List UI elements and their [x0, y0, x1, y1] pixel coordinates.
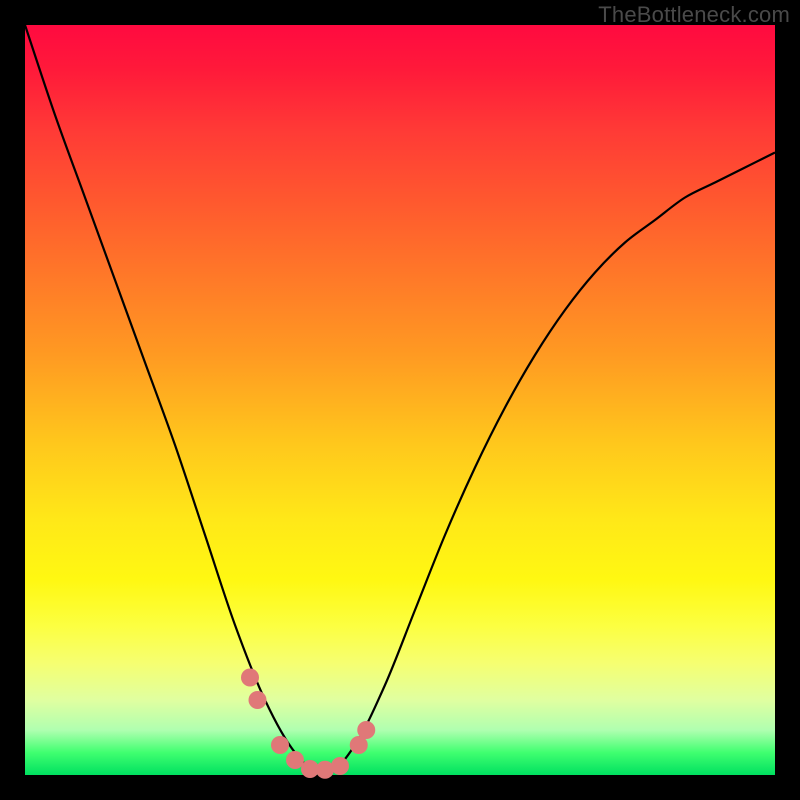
chart-svg	[25, 25, 775, 775]
trough-markers	[241, 669, 375, 779]
bg-gradient	[25, 25, 775, 775]
marker-dot	[316, 761, 334, 779]
watermark-text: TheBottleneck.com	[598, 2, 790, 28]
bottleneck-curve	[25, 25, 775, 775]
marker-dot	[271, 736, 289, 754]
marker-dot	[249, 691, 267, 709]
marker-dot	[286, 751, 304, 769]
marker-dot	[241, 669, 259, 687]
marker-dot	[331, 757, 349, 775]
chart-frame: TheBottleneck.com	[0, 0, 800, 800]
marker-dot	[357, 721, 375, 739]
